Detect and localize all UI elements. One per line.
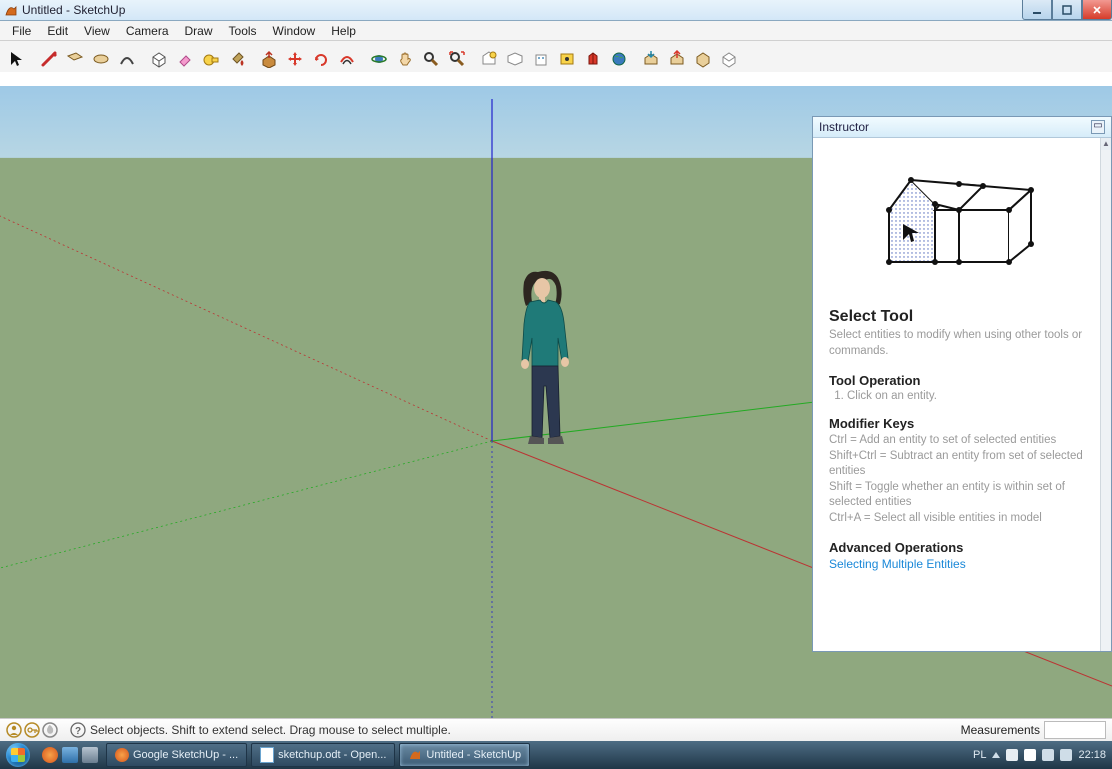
menu-camera[interactable]: Camera: [118, 22, 177, 40]
menu-view[interactable]: View: [76, 22, 118, 40]
tray-icon[interactable]: [1006, 749, 1018, 761]
zoom-extents-tool-button[interactable]: [444, 46, 470, 72]
tray-volume-icon[interactable]: [1060, 749, 1072, 761]
instructor-operation-header: Tool Operation: [829, 373, 1089, 388]
tray-expand-icon[interactable]: [992, 752, 1000, 758]
taskbar-item-label: Untitled - SketchUp: [426, 749, 521, 761]
tray-language-indicator[interactable]: PL: [973, 749, 986, 761]
share-component-button[interactable]: [690, 46, 716, 72]
offset-tool-button[interactable]: [334, 46, 360, 72]
taskbar-item-browser[interactable]: Google SketchUp - ...: [106, 743, 247, 767]
quicklaunch-switch-windows-icon[interactable]: [82, 747, 98, 763]
measurements-input[interactable]: [1044, 721, 1106, 739]
sketchup-icon: [408, 747, 422, 764]
instructor-panel-title: Instructor: [819, 120, 869, 134]
instructor-panel: Instructor ▭ Select Tool Select entities…: [812, 116, 1112, 652]
status-bar: ? Select objects. Shift to extend select…: [0, 718, 1112, 741]
start-button[interactable]: [0, 741, 36, 769]
instructor-op-step: Click on an entity.: [847, 390, 1089, 402]
measurements-label: Measurements: [961, 723, 1044, 737]
status-key-icon[interactable]: [24, 722, 40, 738]
circle-tool-button[interactable]: [88, 46, 114, 72]
toggle-terrain-button[interactable]: [502, 46, 528, 72]
geo-location-button[interactable]: [606, 46, 632, 72]
menu-file[interactable]: File: [4, 22, 39, 40]
instructor-tool-title: Select Tool: [829, 308, 1089, 326]
document-icon: [260, 747, 274, 763]
system-tray: PL 22:18: [973, 749, 1112, 761]
photo-textures-button[interactable]: [554, 46, 580, 72]
app-icon: [4, 3, 18, 17]
status-hint-text: Select objects. Shift to extend select. …: [90, 723, 451, 737]
quicklaunch-show-desktop-icon[interactable]: [62, 747, 78, 763]
line-tool-button[interactable]: [36, 46, 62, 72]
taskbar-item-document[interactable]: sketchup.odt - Open...: [251, 743, 395, 767]
window-close-button[interactable]: [1082, 0, 1112, 20]
status-help-icon[interactable]: ?: [70, 722, 86, 738]
tray-flag-icon[interactable]: [1024, 749, 1036, 761]
instructor-panel-titlebar[interactable]: Instructor ▭: [813, 117, 1111, 138]
menu-window[interactable]: Window: [265, 22, 324, 40]
menu-tools[interactable]: Tools: [221, 22, 265, 40]
tape-measure-tool-button[interactable]: [198, 46, 224, 72]
scroll-up-icon[interactable]: ▲: [1101, 138, 1111, 150]
firefox-icon: [115, 748, 129, 762]
instructor-advanced-header: Advanced Operations: [829, 540, 1089, 555]
status-geo-icon[interactable]: [42, 722, 58, 738]
taskbar-item-label: Google SketchUp - ...: [133, 749, 238, 761]
instructor-advanced-link[interactable]: Selecting Multiple Entities: [829, 557, 966, 571]
instructor-mk-ctrl: Ctrl = Add an entity to set of selected …: [829, 433, 1089, 449]
instructor-modifier-header: Modifier Keys: [829, 416, 1089, 431]
svg-text:?: ?: [75, 726, 81, 737]
push-pull-tool-button[interactable]: [256, 46, 282, 72]
menu-bar: File Edit View Camera Draw Tools Window …: [0, 21, 1112, 41]
menu-edit[interactable]: Edit: [39, 22, 76, 40]
window-title: Untitled - SketchUp: [22, 3, 125, 17]
paint-bucket-tool-button[interactable]: [224, 46, 250, 72]
tray-clock[interactable]: 22:18: [1078, 749, 1106, 761]
rotate-tool-button[interactable]: [308, 46, 334, 72]
window-titlebar: Untitled - SketchUp: [0, 0, 1112, 21]
menu-help[interactable]: Help: [323, 22, 364, 40]
extension-warehouse-button[interactable]: [716, 46, 742, 72]
add-location-button[interactable]: [476, 46, 502, 72]
menu-draw[interactable]: Draw: [177, 22, 221, 40]
quick-launch: [42, 747, 98, 763]
share-model-button[interactable]: [664, 46, 690, 72]
taskbar-item-label: sketchup.odt - Open...: [278, 749, 386, 761]
window-maximize-button[interactable]: [1052, 0, 1082, 20]
windows-taskbar: Google SketchUp - ... sketchup.odt - Ope…: [0, 741, 1112, 769]
instructor-scrollbar[interactable]: ▲: [1100, 138, 1111, 651]
eraser-tool-button[interactable]: [172, 46, 198, 72]
instructor-mk-shiftctrl: Shift+Ctrl = Subtract an entity from set…: [829, 449, 1089, 480]
rectangle-tool-button[interactable]: [62, 46, 88, 72]
panel-close-icon[interactable]: ▭: [1091, 120, 1105, 134]
preview-model-button[interactable]: [580, 46, 606, 72]
instructor-illustration: [859, 152, 1059, 302]
arc-tool-button[interactable]: [114, 46, 140, 72]
tray-network-icon[interactable]: [1042, 749, 1054, 761]
add-building-button[interactable]: [528, 46, 554, 72]
taskbar-item-sketchup[interactable]: Untitled - SketchUp: [399, 743, 530, 767]
orbit-tool-button[interactable]: [366, 46, 392, 72]
pan-tool-button[interactable]: [392, 46, 418, 72]
move-tool-button[interactable]: [282, 46, 308, 72]
status-user-icon[interactable]: [6, 722, 22, 738]
zoom-tool-button[interactable]: [418, 46, 444, 72]
instructor-tool-desc: Select entities to modify when using oth…: [829, 328, 1089, 359]
window-minimize-button[interactable]: [1022, 0, 1052, 20]
instructor-mk-ctrla: Ctrl+A = Select all visible entities in …: [829, 511, 1089, 527]
instructor-panel-body: Select Tool Select entities to modify wh…: [813, 138, 1101, 651]
make-component-button[interactable]: [146, 46, 172, 72]
select-tool-button[interactable]: [4, 46, 30, 72]
instructor-mk-shift: Shift = Toggle whether an entity is with…: [829, 480, 1089, 511]
get-models-button[interactable]: [638, 46, 664, 72]
quicklaunch-firefox-icon[interactable]: [42, 747, 58, 763]
